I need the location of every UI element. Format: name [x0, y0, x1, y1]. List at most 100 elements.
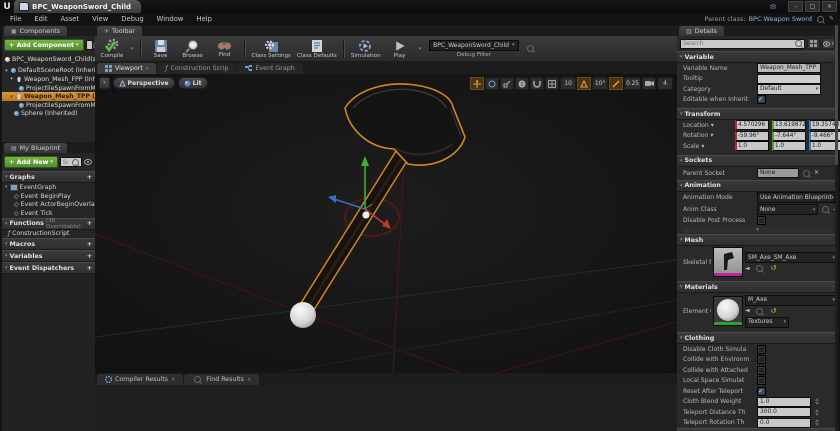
variables-section-header[interactable]: ▾ Variables +: [2, 250, 95, 262]
tree-item-weapon-mesh-fpp[interactable]: ▾ Weapon_Mesh_FPP (Inherited): [2, 75, 95, 84]
materials-section-header[interactable]: ▾ Materials: [677, 281, 838, 293]
tab-viewport[interactable]: Viewport ▾: [97, 63, 156, 74]
collide-attached-checkbox[interactable]: [757, 366, 766, 375]
maximize-button[interactable]: □: [805, 1, 820, 12]
reset-asset-icon[interactable]: ↺: [771, 308, 777, 315]
event-tick-item[interactable]: ◇ Event Tick: [2, 209, 95, 218]
save-button[interactable]: Save: [148, 39, 174, 59]
tree-item-self[interactable]: BPC_WeaponSword_Child(self): [2, 55, 95, 64]
menu-asset[interactable]: Asset: [55, 15, 86, 23]
camera-speed-button[interactable]: [642, 77, 656, 90]
socket-search-icon[interactable]: [803, 170, 810, 177]
world-coordinate-button[interactable]: [515, 77, 529, 90]
debug-search-icon[interactable]: [527, 45, 534, 52]
location-y-field[interactable]: 13.619872: [772, 120, 806, 130]
cloth-blend-weight-field[interactable]: 1.0: [757, 397, 811, 407]
close-icon[interactable]: ×: [171, 377, 175, 383]
tab-event-graph[interactable]: Event Graph: [237, 63, 302, 74]
textures-dropdown[interactable]: Textures ▾: [745, 317, 789, 328]
scale-snap-value[interactable]: 0.25: [624, 77, 641, 90]
my-blueprint-search-input[interactable]: [61, 159, 70, 166]
expand-advanced-button[interactable]: ▾: [683, 227, 832, 233]
camera-speed-value[interactable]: 4: [657, 77, 673, 90]
animation-section-header[interactable]: ▾ Animation: [677, 180, 838, 192]
clear-socket-icon[interactable]: ✕: [814, 170, 819, 176]
reset-asset-icon[interactable]: ↺: [771, 265, 777, 272]
perspective-button[interactable]: Perspective: [113, 77, 175, 89]
use-selected-icon[interactable]: ◄: [745, 308, 750, 314]
rotation-snap-value[interactable]: 10°: [592, 77, 608, 90]
collide-environment-checkbox[interactable]: [757, 355, 766, 364]
compile-options-chevron-icon[interactable]: ▾: [131, 46, 134, 52]
viewport-options-button[interactable]: ▾: [99, 77, 110, 89]
add-new-button[interactable]: + Add New ▾: [4, 156, 58, 168]
grid-snap-button[interactable]: [545, 77, 559, 90]
animation-mode-dropdown[interactable]: Use Animation Blueprint ▾: [757, 192, 835, 203]
tree-item-weapon-mesh-tpp-selected[interactable]: ▾ Weapon_Mesh_TPP (Inherited): [2, 92, 95, 101]
expander-icon[interactable]: ▾: [4, 68, 9, 74]
event-beginplay-item[interactable]: ◇ Event BeginPlay: [2, 192, 95, 201]
editable-when-inherited-checkbox[interactable]: [757, 95, 766, 104]
clothing-section-header[interactable]: ▾ Clothing: [677, 332, 838, 344]
menu-help[interactable]: Help: [190, 15, 218, 23]
add-component-button[interactable]: + Add Component ▾: [4, 39, 84, 51]
lit-mode-button[interactable]: Lit: [178, 77, 208, 89]
display-filter-button[interactable]: ▾: [822, 38, 835, 49]
rotate-tool-button[interactable]: [485, 77, 499, 90]
surface-snap-button[interactable]: [530, 77, 544, 90]
scale-y-field[interactable]: 1.0: [772, 141, 806, 151]
disable-post-process-checkbox[interactable]: [757, 216, 766, 225]
category-dropdown[interactable]: Default ▾: [757, 84, 821, 95]
use-selected-icon[interactable]: ◄: [745, 266, 750, 272]
material-thumbnail[interactable]: [713, 296, 743, 326]
move-tool-button[interactable]: [470, 77, 484, 90]
property-matrix-button[interactable]: [807, 38, 820, 49]
sockets-section-header[interactable]: ▾ Sockets: [677, 155, 838, 167]
details-search-input[interactable]: [681, 40, 793, 47]
tree-item-projectile-tpp[interactable]: ProjectileSpawnFromMuzzleT: [2, 101, 95, 110]
tooltip-field[interactable]: [757, 74, 821, 84]
construction-script-item[interactable]: ƒ ConstructionScript: [2, 230, 95, 239]
mesh-section-header[interactable]: ▾ Mesh: [677, 234, 838, 246]
components-search-input[interactable]: [87, 42, 91, 49]
sphere-component-mesh[interactable]: [290, 302, 316, 328]
minimize-button[interactable]: –: [788, 1, 803, 12]
close-button[interactable]: ×: [822, 1, 837, 12]
reset-after-teleport-checkbox[interactable]: [757, 387, 766, 396]
rotation-x-field[interactable]: -59.96°: [735, 131, 769, 141]
tab-compiler-results[interactable]: Compiler Results ×: [97, 374, 183, 385]
gizmo-pivot-point[interactable]: [362, 211, 369, 218]
class-settings-button[interactable]: Class Settings: [252, 39, 291, 59]
event-actorbeginoverlap-item[interactable]: ◇ Event ActorBeginOverlap: [2, 200, 95, 209]
my-blueprint-search[interactable]: [60, 157, 82, 167]
parent-class-browse-icon[interactable]: [817, 16, 824, 23]
parent-class-edit-icon[interactable]: ✎: [829, 16, 834, 22]
tab-toolbar[interactable]: ✈ Toolbar: [97, 26, 142, 36]
menu-edit[interactable]: Edit: [28, 15, 53, 23]
rotation-snap-button[interactable]: [577, 77, 591, 90]
compile-button[interactable]: Compile: [99, 38, 125, 59]
viewport-scene[interactable]: [95, 74, 677, 373]
scale-x-field[interactable]: 1.0: [735, 141, 769, 151]
menu-view[interactable]: View: [86, 15, 114, 23]
teleport-rotation-field[interactable]: 0.0: [757, 418, 811, 428]
feedback-icon[interactable]: ✉: [770, 3, 780, 11]
anim-class-browse-icon[interactable]: [822, 206, 829, 213]
skeletal-mesh-thumbnail[interactable]: [713, 247, 743, 277]
add-dispatcher-icon[interactable]: +: [87, 265, 92, 272]
material-dropdown[interactable]: M_Axe ▾: [745, 295, 838, 306]
parent-class-link[interactable]: BPC Weapon Sword: [749, 15, 812, 23]
grid-snap-value[interactable]: 10: [560, 77, 576, 90]
event-dispatchers-section-header[interactable]: ▾ Event Dispatchers +: [2, 262, 95, 274]
location-x-field[interactable]: 4.570296: [735, 120, 769, 130]
tree-item-defaultsceneroot[interactable]: ▾ DefaultSceneRoot (Inherited): [2, 67, 95, 76]
components-search[interactable]: [86, 40, 93, 50]
anim-class-dropdown[interactable]: None ▾: [757, 204, 818, 215]
add-graph-icon[interactable]: +: [87, 174, 92, 181]
tab-find-results[interactable]: Find Results ×: [184, 374, 259, 385]
details-scrollbar[interactable]: [835, 25, 838, 431]
add-function-icon[interactable]: +: [87, 220, 92, 227]
debug-filter-dropdown[interactable]: BPC_WeaponSword_Child ▾: [429, 40, 518, 51]
stepper-icon[interactable]: [815, 398, 820, 405]
rotation-y-field[interactable]: -7.644°: [772, 131, 806, 141]
